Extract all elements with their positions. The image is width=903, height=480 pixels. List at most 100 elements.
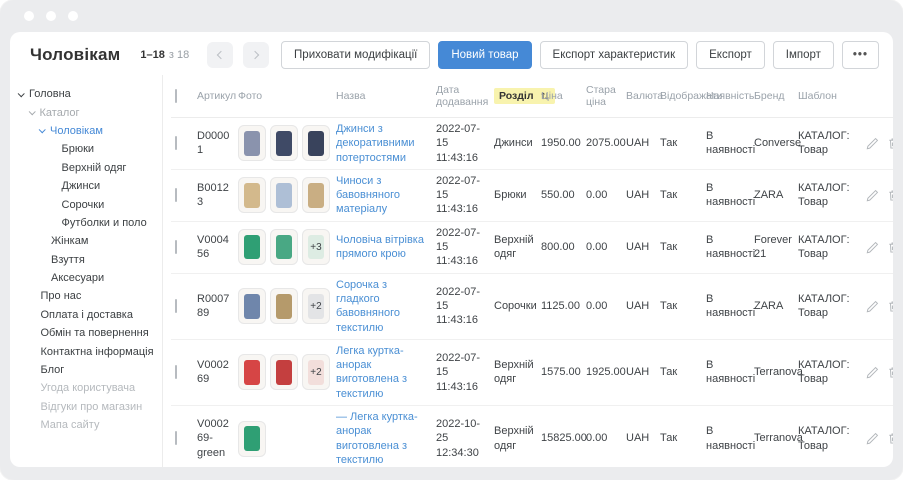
sidebar-item-label: Жінкам: [51, 235, 88, 247]
column-header-name[interactable]: Назва: [336, 81, 436, 111]
traffic-light-close-icon[interactable]: [24, 11, 34, 21]
column-header-price[interactable]: Ціна: [541, 81, 586, 111]
product-photo[interactable]: [270, 177, 298, 213]
product-photo[interactable]: [270, 125, 298, 161]
date-cell: 2022-07-15 11:43:16: [436, 222, 494, 273]
more-photos-badge[interactable]: +2: [302, 288, 330, 324]
product-photo[interactable]: [238, 177, 266, 213]
product-photo-image: [244, 235, 260, 259]
sidebar-item-14[interactable]: Контактна інформація: [10, 342, 162, 360]
column-header-availability[interactable]: Наявність: [706, 81, 754, 111]
product-name-link[interactable]: Легка куртка-анорак виготовлена з тексти…: [336, 345, 407, 400]
row-checkbox[interactable]: [175, 299, 177, 313]
delete-button[interactable]: [887, 432, 893, 445]
sku-cell: V000456: [197, 229, 238, 266]
sidebar-item-home[interactable]: Головна: [10, 85, 162, 103]
sidebar-item-18[interactable]: Мапа сайту: [10, 416, 162, 434]
pagination-prev-button[interactable]: [207, 42, 233, 68]
sidebar-item-17[interactable]: Відгуки про магазин: [10, 398, 162, 416]
edit-button[interactable]: [866, 137, 879, 150]
brand-cell: Terranova: [754, 427, 798, 449]
row-checkbox[interactable]: [175, 365, 177, 379]
column-header-brand[interactable]: Бренд: [754, 81, 798, 111]
sidebar-item-15[interactable]: Блог: [10, 361, 162, 379]
old-price-cell: 0.00: [586, 236, 626, 258]
template-cell: КАТАЛОГ: Товар: [798, 125, 866, 162]
edit-button[interactable]: [866, 189, 879, 202]
sidebar-item-2[interactable]: Чоловікам: [10, 122, 162, 140]
chevron-right-icon: [251, 51, 259, 59]
sidebar-item-8[interactable]: Жінкам: [10, 232, 162, 250]
edit-button[interactable]: [866, 300, 879, 313]
traffic-light-minimize-icon[interactable]: [46, 11, 56, 21]
more-photos-badge[interactable]: +3: [302, 229, 330, 265]
product-photo[interactable]: [238, 354, 266, 390]
row-checkbox[interactable]: [175, 431, 177, 445]
import-button[interactable]: Імпорт: [773, 41, 834, 69]
product-photo[interactable]: [238, 288, 266, 324]
product-name-link[interactable]: Чоловіча вітрівка прямого крою: [336, 234, 424, 260]
column-header-currency[interactable]: Валюта: [626, 81, 660, 111]
column-header-sku[interactable]: Артикул: [197, 81, 238, 111]
column-header-actions[interactable]: [866, 87, 893, 105]
column-header-old_price[interactable]: Стара ціна: [586, 75, 626, 117]
export-button[interactable]: Експорт: [696, 41, 765, 69]
sidebar-item-7[interactable]: Футболки и поло: [10, 214, 162, 232]
photo-thumbnails: +3: [238, 229, 330, 265]
sidebar-item-4[interactable]: Верхній одяг: [10, 159, 162, 177]
sidebar-item-9[interactable]: Взуття: [10, 251, 162, 269]
edit-button[interactable]: [866, 241, 879, 254]
column-header-date[interactable]: Дата додавання: [436, 75, 494, 117]
product-photo[interactable]: [302, 125, 330, 161]
more-photos-badge[interactable]: +2: [302, 354, 330, 390]
sidebar-item-11[interactable]: Про нас: [10, 287, 162, 305]
delete-button[interactable]: [887, 137, 893, 150]
product-name-link[interactable]: — Легка куртка-анорак виготовлена з текс…: [336, 411, 418, 466]
product-photo[interactable]: [270, 354, 298, 390]
row-checkbox[interactable]: [175, 240, 177, 254]
edit-button[interactable]: [866, 366, 879, 379]
pagination-next-button[interactable]: [243, 42, 269, 68]
product-name-link[interactable]: Чиноси з бавовняного матеріалу: [336, 175, 400, 216]
product-photo[interactable]: [270, 229, 298, 265]
export-characteristics-button[interactable]: Експорт характеристик: [540, 41, 689, 69]
row-checkbox[interactable]: [175, 136, 177, 150]
product-photo[interactable]: [238, 421, 266, 457]
select-all-checkbox[interactable]: [175, 89, 177, 103]
new-product-button[interactable]: Новий товар: [438, 41, 531, 69]
row-checkbox[interactable]: [175, 188, 177, 202]
delete-button[interactable]: [887, 300, 893, 313]
product-name-link[interactable]: Сорочка з гладкого бавовняного текстилю: [336, 279, 400, 334]
sidebar-item-6[interactable]: Сорочки: [10, 195, 162, 213]
row-actions: [866, 237, 893, 258]
sidebar-item-1[interactable]: Каталог: [10, 103, 162, 121]
sidebar-item-10[interactable]: Аксесуари: [10, 269, 162, 287]
sidebar-item-5[interactable]: Джинси: [10, 177, 162, 195]
more-actions-button[interactable]: •••: [842, 41, 879, 69]
product-photo[interactable]: [238, 125, 266, 161]
edit-button[interactable]: [866, 432, 879, 445]
column-header-display[interactable]: Відображати: [660, 81, 706, 111]
hide-modifications-button[interactable]: Приховати модифікації: [281, 41, 430, 69]
sidebar-item-12[interactable]: Оплата і доставка: [10, 306, 162, 324]
column-header-section[interactable]: Розділ: [494, 79, 541, 113]
sidebar-item-3[interactable]: Брюки: [10, 140, 162, 158]
product-photo[interactable]: [302, 177, 330, 213]
column-header-template[interactable]: Шаблон: [798, 81, 866, 111]
traffic-light-zoom-icon[interactable]: [68, 11, 78, 21]
delete-button[interactable]: [887, 189, 893, 202]
product-photo[interactable]: [238, 229, 266, 265]
display-cell: Так: [660, 132, 706, 154]
product-photo-image: [276, 131, 292, 155]
product-photo-image: [276, 235, 292, 259]
column-header-photo[interactable]: Фото: [238, 81, 336, 111]
sku-cell: V000269: [197, 354, 238, 391]
delete-button[interactable]: [887, 366, 893, 379]
product-photo[interactable]: [270, 288, 298, 324]
availability-cell: В наявності: [706, 288, 754, 325]
sidebar-item-label: Сорочки: [62, 199, 105, 211]
sidebar-item-16[interactable]: Угода користувача: [10, 379, 162, 397]
delete-button[interactable]: [887, 241, 893, 254]
product-name-link[interactable]: Джинси з декоративними потертостями: [336, 123, 415, 164]
sidebar-item-13[interactable]: Обмін та повернення: [10, 324, 162, 342]
